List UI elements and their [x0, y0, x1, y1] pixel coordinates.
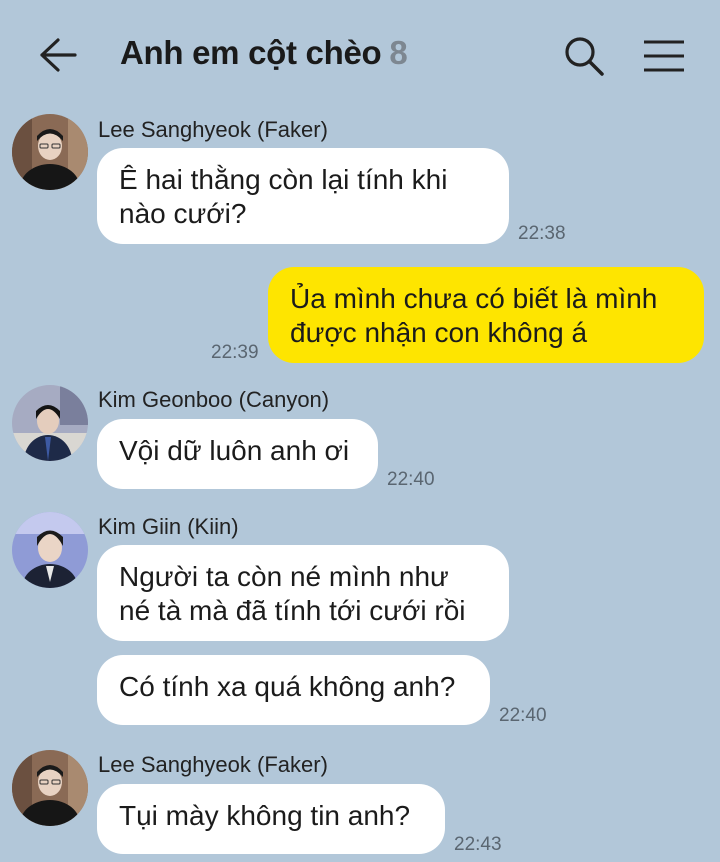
message-time: 22:43	[454, 834, 502, 855]
message-line: Ủa mình chưa có biết là mình	[290, 283, 658, 314]
message-line: Vội dữ luôn anh ơi	[119, 435, 350, 466]
avatar-canyon-image	[12, 385, 88, 461]
avatar-canyon[interactable]	[12, 385, 88, 461]
message-line: nào cưới?	[119, 198, 247, 229]
sender-name: Kim Geonboo (Canyon)	[98, 387, 330, 412]
sender-name: Kim Giin (Kiin)	[98, 514, 239, 539]
hamburger-menu-icon[interactable]	[642, 38, 686, 74]
chat-header: Anh em cột chèo 8	[0, 0, 720, 112]
message-time: 22:39	[211, 342, 259, 363]
avatar-faker[interactable]	[12, 114, 88, 190]
avatar-faker[interactable]	[12, 750, 88, 826]
avatar-kiin-image	[12, 512, 88, 588]
message-line: Ê hai thằng còn lại tính khi	[119, 164, 448, 195]
chat-title: Anh em cột chèo 8	[120, 34, 408, 72]
message-line: Người ta còn né mình như	[119, 561, 449, 592]
member-count: 8	[389, 34, 408, 71]
chat-title-text: Anh em cột chèo	[120, 34, 382, 71]
my-message-bubble[interactable]: Ủa mình chưa có biết là mình được nhận c…	[268, 267, 704, 363]
message-bubble[interactable]: Ê hai thằng còn lại tính khi nào cưới?	[97, 148, 509, 244]
avatar-faker-image	[12, 114, 88, 190]
message-line: né tà mà đã tính tới cưới rồi	[119, 595, 466, 626]
message-bubble[interactable]: Có tính xa quá không anh?	[97, 655, 490, 725]
search-icon[interactable]	[563, 35, 605, 77]
sender-name: Lee Sanghyeok (Faker)	[98, 117, 328, 142]
message-line: Tụi mày không tin anh?	[119, 800, 411, 831]
arrow-left-icon[interactable]	[38, 37, 78, 73]
message-bubble[interactable]: Vội dữ luôn anh ơi	[97, 419, 378, 489]
message-time: 22:40	[499, 705, 547, 726]
message-bubble[interactable]: Người ta còn né mình như né tà mà đã tín…	[97, 545, 509, 641]
message-bubble[interactable]: Tụi mày không tin anh?	[97, 784, 445, 854]
message-time: 22:38	[518, 223, 566, 244]
message-time: 22:40	[387, 469, 435, 490]
avatar-kiin[interactable]	[12, 512, 88, 588]
avatar-faker-image	[12, 750, 88, 826]
sender-name: Lee Sanghyeok (Faker)	[98, 752, 328, 777]
message-line: được nhận con không á	[290, 317, 588, 348]
message-line: Có tính xa quá không anh?	[119, 671, 456, 702]
